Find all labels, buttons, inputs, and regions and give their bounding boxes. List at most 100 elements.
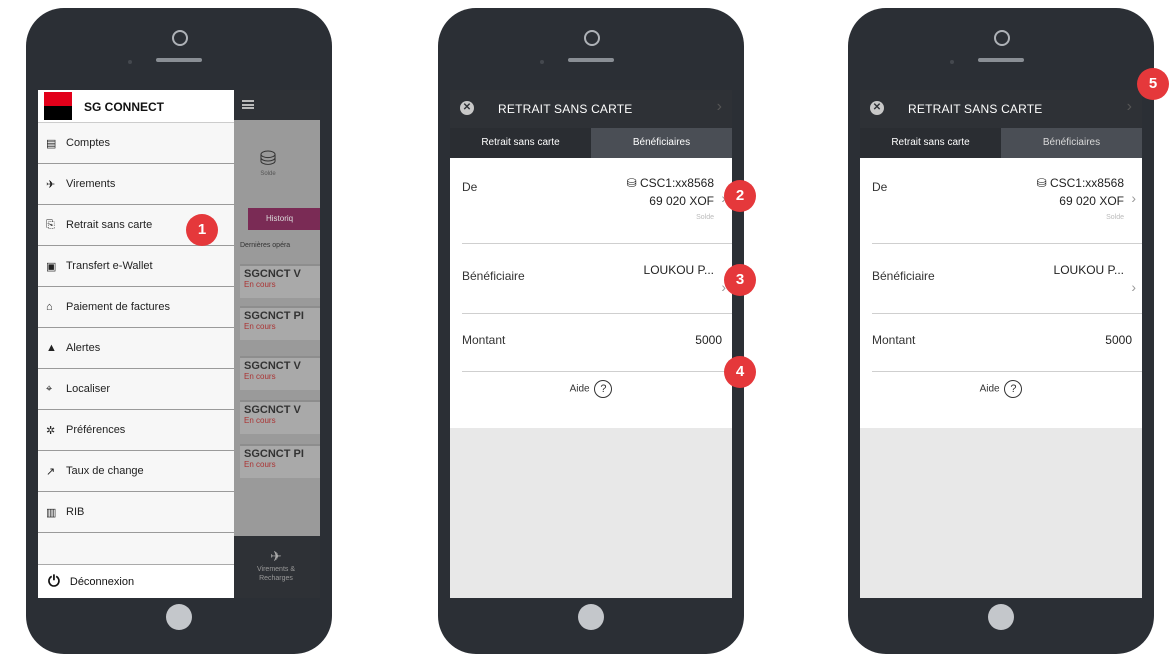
- menu-item-transfert-e-wallet[interactable]: ▣ Transfert e-Wallet: [38, 246, 234, 287]
- operation-title: SGCNCT V: [244, 404, 301, 416]
- help-link[interactable]: Aide ?: [860, 380, 1142, 398]
- from-account-row[interactable]: De ⛁ CSC1:xx8568 69 020 XOF Solde ›: [872, 158, 1142, 244]
- camera-icon: [584, 30, 600, 46]
- screen-menu: ⛁ Solde Historiq Dernières opéra SGCNCT …: [38, 90, 320, 598]
- phone-3: ✕ RETRAIT SANS CARTE › Retrait sans cart…: [848, 8, 1154, 654]
- account-balance: 69 020 XOF: [1059, 194, 1124, 208]
- exchange-rate-icon: ↗: [46, 465, 56, 478]
- account-number: ⛁ CSC1:xx8568: [627, 176, 714, 190]
- background-home-screen: ⛁ Solde Historiq Dernières opéra SGCNCT …: [232, 90, 320, 598]
- balance-tile[interactable]: ⛁ Solde: [238, 146, 298, 198]
- chevron-right-icon[interactable]: ›: [1127, 98, 1132, 116]
- menu-item-label: Comptes: [66, 137, 111, 149]
- tab-beneficiaires[interactable]: Bénéficiaires: [1001, 128, 1142, 158]
- account-number-text: CSC1:xx8568: [1049, 176, 1124, 190]
- amount-label: Montant: [872, 333, 916, 347]
- page-title: RETRAIT SANS CARTE: [498, 102, 633, 116]
- last-operations-label: Dernières opéra: [240, 242, 291, 249]
- menu-item-comptes[interactable]: ▤ Comptes: [38, 123, 234, 164]
- sensor-dot: [128, 60, 132, 64]
- accounts-icon: ▤: [46, 137, 57, 150]
- account-balance: 69 020 XOF: [649, 194, 714, 208]
- menu-item-label: Paiement de factures: [66, 301, 170, 313]
- operation-status: En cours: [244, 322, 276, 331]
- menu-item-preferences[interactable]: ✲ Préférences: [38, 410, 234, 451]
- operation-item[interactable]: SGCNCT PI En cours: [240, 444, 320, 478]
- operation-title: SGCNCT V: [244, 268, 301, 280]
- amount-row[interactable]: Montant 5000: [462, 313, 732, 372]
- close-icon[interactable]: ✕: [460, 101, 474, 115]
- step-badge-1: 1: [186, 214, 218, 246]
- chevron-right-icon[interactable]: ›: [717, 98, 722, 116]
- help-link[interactable]: Aide ?: [450, 380, 732, 398]
- menu-item-label: Localiser: [66, 383, 111, 395]
- operation-item[interactable]: SGCNCT V En cours: [240, 356, 320, 390]
- coins-icon: ⛁: [626, 176, 640, 190]
- gear-icon: ✲: [46, 424, 56, 437]
- beneficiary-row[interactable]: Bénéficiaire LOUKOU P... ›: [872, 243, 1142, 314]
- bell-icon: ▲: [46, 342, 57, 354]
- home-button[interactable]: [988, 604, 1014, 630]
- speaker-grill: [568, 58, 614, 62]
- tab-bar: Retrait sans carte Bénéficiaires: [860, 128, 1142, 158]
- help-icon: ?: [1004, 380, 1023, 398]
- camera-icon: [994, 30, 1010, 46]
- tab-retrait-sans-carte[interactable]: Retrait sans carte: [450, 128, 591, 158]
- hamburger-icon[interactable]: [242, 100, 254, 109]
- withdrawal-form: De ⛁ CSC1:xx8568 69 020 XOF Solde › Béné…: [860, 158, 1142, 428]
- logout-label: Déconnexion: [69, 575, 135, 588]
- menu-item-paiement-factures[interactable]: ⌂ Paiement de factures: [38, 287, 234, 328]
- home-button[interactable]: [166, 604, 192, 630]
- app-bar: ✕ RETRAIT SANS CARTE ›: [860, 90, 1142, 128]
- menu-item-virements[interactable]: ✈ Virements: [38, 164, 234, 205]
- bottom-nav-label: Virements &: [257, 566, 295, 573]
- chevron-right-icon: ›: [1131, 190, 1136, 206]
- operation-status: En cours: [244, 460, 276, 469]
- bottom-nav: ✈ Virements & Recharges: [232, 536, 320, 598]
- history-button[interactable]: Historiq: [248, 208, 320, 230]
- operation-item[interactable]: SGCNCT V En cours: [240, 264, 320, 298]
- beneficiary-value: LOUKOU P...: [643, 263, 714, 277]
- operation-title: SGCNCT PI: [244, 448, 304, 460]
- operation-item[interactable]: SGCNCT PI En cours: [240, 306, 320, 340]
- bottom-nav-label: Recharges: [259, 575, 293, 582]
- account-number-text: CSC1:xx8568: [639, 176, 714, 190]
- amount-value: 5000: [1105, 333, 1132, 347]
- menu-item-label: Retrait sans carte: [66, 219, 153, 231]
- tab-beneficiaires[interactable]: Bénéficiaires: [591, 128, 732, 158]
- step-badge-3: 3: [724, 264, 756, 296]
- sensor-dot: [540, 60, 544, 64]
- home-button[interactable]: [578, 604, 604, 630]
- screen-retrait-confirm: ✕ RETRAIT SANS CARTE › Retrait sans cart…: [860, 90, 1142, 598]
- camera-icon: [172, 30, 188, 46]
- menu-item-rib[interactable]: ▥ RIB: [38, 492, 234, 533]
- operation-title: SGCNCT V: [244, 360, 301, 372]
- wallet-icon: ▣: [46, 260, 57, 273]
- withdrawal-form: De ⛁ CSC1:xx8568 69 020 XOF Solde › Béné…: [450, 158, 732, 428]
- from-account-row[interactable]: De ⛁ CSC1:xx8568 69 020 XOF Solde ›: [462, 158, 732, 244]
- logout-button[interactable]: ⏻ Déconnexion: [38, 564, 234, 598]
- brand-name: SG CONNECT: [84, 100, 165, 114]
- beneficiary-label: Bénéficiaire: [872, 269, 935, 283]
- operation-item[interactable]: SGCNCT V En cours: [240, 400, 320, 434]
- tab-retrait-sans-carte[interactable]: Retrait sans carte: [860, 128, 1001, 158]
- beneficiary-row[interactable]: Bénéficiaire LOUKOU P... ›: [462, 243, 732, 314]
- help-icon: ?: [594, 380, 613, 398]
- amount-label: Montant: [462, 333, 506, 347]
- power-icon: ⏻: [48, 573, 60, 590]
- speaker-grill: [156, 58, 202, 62]
- menu-item-label: Alertes: [66, 342, 101, 354]
- menu-item-localiser[interactable]: ⌖ Localiser: [38, 369, 234, 410]
- menu-item-alertes[interactable]: ▲ Alertes: [38, 328, 234, 369]
- amount-row[interactable]: Montant 5000: [872, 313, 1142, 372]
- sensor-dot: [950, 60, 954, 64]
- transfer-icon[interactable]: ✈: [232, 548, 320, 565]
- menu-header: SG CONNECT: [38, 90, 234, 123]
- tab-bar: Retrait sans carte Bénéficiaires: [450, 128, 732, 158]
- coins-icon: ⛁: [1036, 176, 1050, 190]
- menu-item-taux-de-change[interactable]: ↗ Taux de change: [38, 451, 234, 492]
- close-icon[interactable]: ✕: [870, 101, 884, 115]
- beneficiary-label: Bénéficiaire: [462, 269, 525, 283]
- app-bar: ✕ RETRAIT SANS CARTE ›: [450, 90, 732, 128]
- coins-icon: ⛁: [259, 148, 277, 170]
